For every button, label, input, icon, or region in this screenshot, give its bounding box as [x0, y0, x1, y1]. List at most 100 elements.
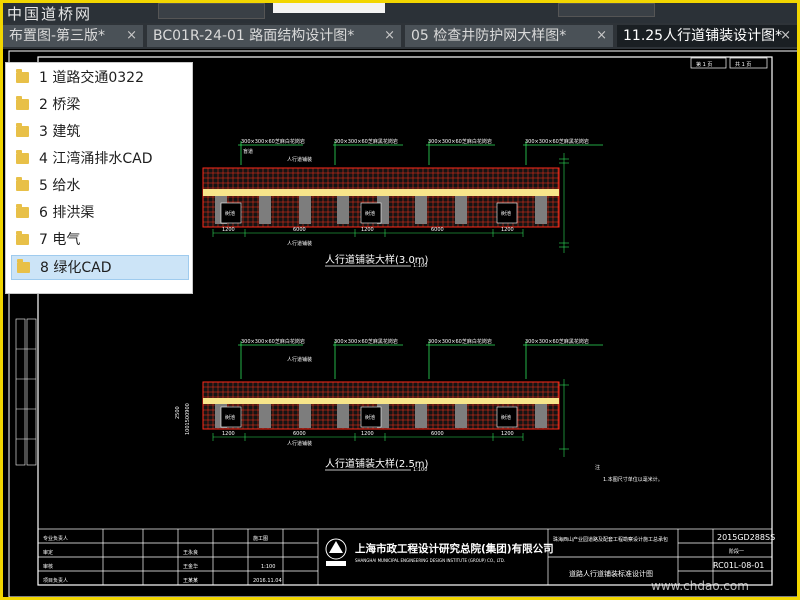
- plan-a-drawing: 树池 树池 树池 300×300×60芝麻白花岗岩 300×300×60芝麻黑花…: [185, 138, 603, 269]
- signer-name: 王某某: [183, 578, 198, 584]
- tab-manhole-net[interactable]: 05 检查井防护网大样图* ×: [405, 25, 613, 47]
- signer-name: 王金华: [183, 563, 198, 570]
- folder-icon: [16, 177, 29, 191]
- drawing-title: 道路人行道铺装标准设计图: [569, 569, 653, 578]
- notes-title: 注: [595, 464, 600, 471]
- search-field[interactable]: [273, 3, 385, 13]
- plan-a-tactile-strip: [203, 189, 559, 196]
- dimension-label: 6000: [431, 431, 444, 437]
- side-dimension: 1001500900: [185, 403, 191, 435]
- folder-icon: [16, 69, 29, 83]
- note-text: 1.本图尺寸单位以毫米计。: [603, 476, 663, 483]
- tab-label: 05 检查井防护网大样图*: [411, 28, 567, 44]
- dimension-label: 1200: [222, 431, 235, 437]
- top-toolbar-strip: 中国道桥网: [3, 3, 797, 23]
- company-name: 上海市政工程设计研究总院(集团)有限公司: [355, 542, 554, 555]
- material-callout: 300×300×60芝麻黑花岗岩: [334, 138, 398, 145]
- folder-icon: [16, 96, 29, 110]
- folder-label: 6 排洪渠: [39, 205, 95, 221]
- folder-label: 3 建筑: [39, 124, 81, 140]
- curb-label: 盲道: [243, 148, 253, 155]
- close-icon[interactable]: ×: [384, 25, 395, 47]
- role-label: 审核: [43, 563, 53, 570]
- folder-item-electrical[interactable]: 7 电气: [11, 228, 189, 253]
- folder-item-building[interactable]: 3 建筑: [11, 120, 189, 145]
- folder-label: 1 道路交通0322: [39, 70, 144, 86]
- folder-label: 4 江湾涌排水CAD: [39, 151, 153, 167]
- folder-label: 2 桥梁: [39, 97, 81, 113]
- folder-icon: [16, 150, 29, 164]
- tab-label: BC01R-24-01 路面结构设计图*: [153, 28, 355, 44]
- tree-pit-label: 树池: [225, 210, 235, 217]
- tree-pit-label: 树池: [365, 210, 375, 217]
- close-icon[interactable]: ×: [126, 25, 137, 47]
- tab-layout-plan[interactable]: 布置图-第三版* ×: [3, 25, 143, 47]
- material-callout: 300×300×60芝麻黑花岗岩: [334, 338, 398, 345]
- site-watermark-logo: 中国道桥网: [7, 5, 93, 23]
- page-total: 共 1 页: [735, 61, 751, 68]
- folder-item-flood-channel[interactable]: 6 排洪渠: [11, 201, 189, 226]
- tree-pit-label: 树池: [225, 414, 235, 421]
- sub-label: 人行道铺装: [287, 440, 312, 447]
- dimension-label: 1200: [361, 431, 374, 437]
- material-callout: 300×300×60芝麻白花岗岩: [241, 138, 305, 145]
- page-number: 第 1 页: [696, 61, 712, 68]
- folder-item-water-supply[interactable]: 5 给水: [11, 174, 189, 199]
- material-callout: 300×300×60芝麻白花岗岩: [428, 138, 492, 145]
- tab-label: 11.25人行道铺装设计图*: [623, 28, 783, 44]
- date-value: 2016.11.04: [253, 578, 282, 584]
- side-dimension: 2500: [175, 406, 181, 419]
- tab-label: 布置图-第三版*: [9, 28, 106, 44]
- plan-b-scale: 1:100: [413, 467, 427, 473]
- left-margin-strips: [15, 318, 37, 466]
- sub-label: 人行道铺装: [287, 156, 312, 163]
- role-label: 审定: [43, 549, 53, 556]
- material-callout: 300×300×60芝麻白花岗岩: [428, 338, 492, 345]
- folder-item-drainage[interactable]: 4 江湾涌排水CAD: [11, 147, 189, 172]
- dimension-label: 6000: [431, 227, 444, 233]
- signer-name: 王永良: [183, 549, 198, 556]
- scale-value: 1:100: [261, 564, 275, 570]
- material-callout: 300×300×60芝麻白花岗岩: [241, 338, 305, 345]
- phase-value: 阶段一: [729, 548, 744, 555]
- folder-label: 8 绿化CAD: [40, 260, 112, 276]
- tab-sidewalk-paving[interactable]: 11.25人行道铺装设计图* ×: [617, 25, 797, 47]
- tree-pit-label: 树池: [365, 414, 375, 421]
- role-label: 专业负责人: [43, 535, 68, 542]
- project-number: 2015GD288SS: [717, 533, 775, 542]
- folder-item-bridge[interactable]: 2 桥梁: [11, 93, 189, 118]
- tree-pit-label: 树池: [501, 414, 511, 421]
- folder-item-road[interactable]: 1 道路交通0322: [11, 66, 189, 91]
- material-callout: 300×300×60芝麻黑花岗岩: [525, 338, 589, 345]
- folder-label: 7 电气: [39, 232, 81, 248]
- folder-icon: [16, 204, 29, 218]
- plan-a-scale: 1:100: [413, 263, 427, 269]
- sub-label: 人行道铺装: [287, 240, 312, 247]
- tree-pit-label: 树池: [501, 210, 511, 217]
- folder-icon: [17, 259, 30, 273]
- site-watermark-url: www.chdao.com: [651, 579, 749, 593]
- login-field[interactable]: [558, 3, 655, 17]
- stage-value: 施工图: [253, 535, 268, 542]
- plan-b-drawing: 树池 树池 树池 300×300×60芝麻白花岗岩 300×300×60芝麻黑花…: [175, 338, 603, 473]
- tab-pavement-structure[interactable]: BC01R-24-01 路面结构设计图* ×: [147, 25, 401, 47]
- folder-list-popup: 1 道路交通0322 2 桥梁 3 建筑 4 江湾涌排水CAD 5 给水 6 排…: [5, 62, 193, 294]
- role-label: 项目负责人: [43, 577, 68, 584]
- folder-item-landscaping[interactable]: 8 绿化CAD: [11, 255, 189, 280]
- folder-icon: [16, 231, 29, 245]
- drawing-number: RC01L-08-01: [713, 561, 764, 570]
- cad-application-window: 中国道桥网 布置图-第三版* × BC01R-24-01 路面结构设计图* × …: [3, 3, 797, 597]
- dimension-label: 1200: [361, 227, 374, 233]
- company-name-en: SHANGHAI MUNICIPAL ENGINEERING DESIGN IN…: [355, 558, 505, 563]
- toolbar-field[interactable]: [158, 3, 265, 19]
- close-icon[interactable]: ×: [596, 25, 607, 47]
- close-icon[interactable]: ×: [780, 25, 791, 47]
- sub-label: 人行道铺装: [287, 356, 312, 363]
- dimension-label: 1200: [222, 227, 235, 233]
- dimension-label: 1200: [501, 227, 514, 233]
- material-callout: 300×300×60芝麻黑花岗岩: [525, 138, 589, 145]
- dimension-label: 1200: [501, 431, 514, 437]
- folder-label: 5 给水: [39, 178, 81, 194]
- company-logo: [325, 538, 347, 566]
- folder-icon: [16, 123, 29, 137]
